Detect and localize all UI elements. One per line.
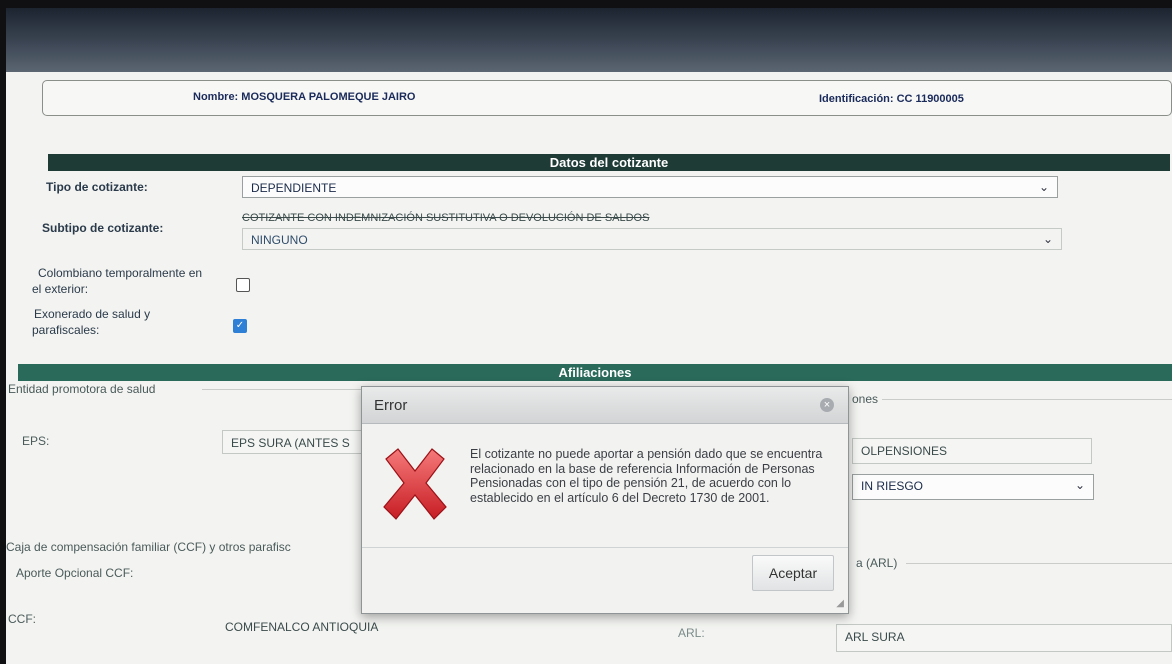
divider — [882, 399, 1172, 400]
riesgo-select[interactable]: IN RIESGO ⌄ — [852, 474, 1094, 500]
section-header-afiliaciones: Afiliaciones — [18, 364, 1172, 381]
ccf-value: COMFENALCO ANTIOQUIA — [225, 620, 379, 634]
resize-grip-icon[interactable]: ◢ — [836, 598, 844, 609]
subtipo-cotizante-label: Subtipo de cotizante: — [42, 221, 164, 235]
chevron-down-icon: ⌄ — [1074, 478, 1085, 492]
chevron-down-icon: ⌄ — [1038, 180, 1049, 194]
divider — [202, 389, 372, 390]
subtipo-cotizante-select[interactable]: NINGUNO ⌄ — [242, 228, 1062, 250]
divider — [362, 547, 848, 548]
identificacion-text: Identificación: CC 11900005 — [819, 93, 964, 105]
tipo-cotizante-label: Tipo de cotizante: — [46, 180, 148, 194]
dialog-title: Error — [374, 397, 408, 414]
nombre-text: Nombre: MOSQUERA PALOMEQUE JAIRO — [193, 91, 416, 103]
app-top-bar — [6, 8, 1172, 72]
close-icon[interactable]: × — [820, 398, 834, 412]
subtipo-cotizante-value: NINGUNO — [251, 233, 308, 247]
exonerado-label-line1: Exonerado de salud y — [34, 307, 151, 321]
tipo-cotizante-value: DEPENDIENTE — [251, 181, 337, 195]
eps-label: EPS: — [22, 434, 50, 448]
error-x-icon — [383, 448, 447, 520]
arl-value: ARL SURA — [845, 630, 905, 644]
riesgo-value: IN RIESGO — [861, 479, 924, 493]
colombiano-exterior-label-line1: Colombiano temporalmente en — [38, 266, 203, 280]
arl-field[interactable]: ARL SURA — [836, 624, 1172, 652]
colombiano-exterior-label-line2: el exterior: — [32, 282, 89, 296]
arl-label: ARL: — [678, 626, 705, 640]
exonerado-checkbox[interactable]: ✓ — [233, 319, 247, 333]
ccf-label: CCF: — [8, 612, 36, 626]
section-header-datos-cotizante: Datos del cotizante — [48, 154, 1170, 171]
ccf-section-title: Caja de compensación familiar (CCF) y ot… — [6, 540, 291, 554]
eps-section-title: Entidad promotora de salud — [8, 382, 156, 396]
pension-section-title: ones — [852, 392, 879, 406]
subtipo-strikethrough-text: COTIZANTE CON INDEMNIZACIÓN SUSTITUTIVA … — [242, 212, 650, 224]
eps-field[interactable]: EPS SURA (ANTES S — [222, 430, 368, 454]
pension-value: OLPENSIONES — [861, 444, 948, 458]
error-message: El cotizante no puede aportar a pensión … — [470, 447, 823, 505]
pension-field[interactable]: OLPENSIONES — [852, 438, 1092, 464]
arl-section-title: a (ARL) — [856, 556, 898, 570]
eps-value: EPS SURA (ANTES S — [231, 436, 350, 450]
exonerado-label-line2: parafiscales: — [32, 323, 100, 337]
divider — [906, 563, 1172, 564]
ccf-field[interactable]: COMFENALCO ANTIOQUIA — [216, 614, 576, 638]
tipo-cotizante-select[interactable]: DEPENDIENTE ⌄ — [242, 176, 1058, 198]
chevron-down-icon: ⌄ — [1042, 232, 1053, 246]
colombiano-exterior-checkbox[interactable] — [236, 278, 250, 292]
error-dialog: Error × El cotizante no puede aportar a … — [361, 386, 849, 614]
aporte-opcional-ccf-label: Aporte Opcional CCF: — [16, 566, 134, 580]
aceptar-button[interactable]: Aceptar — [752, 555, 834, 591]
dialog-titlebar: Error × — [362, 387, 848, 424]
cotizante-info-box: Nombre: MOSQUERA PALOMEQUE JAIRO Identif… — [42, 80, 1172, 116]
